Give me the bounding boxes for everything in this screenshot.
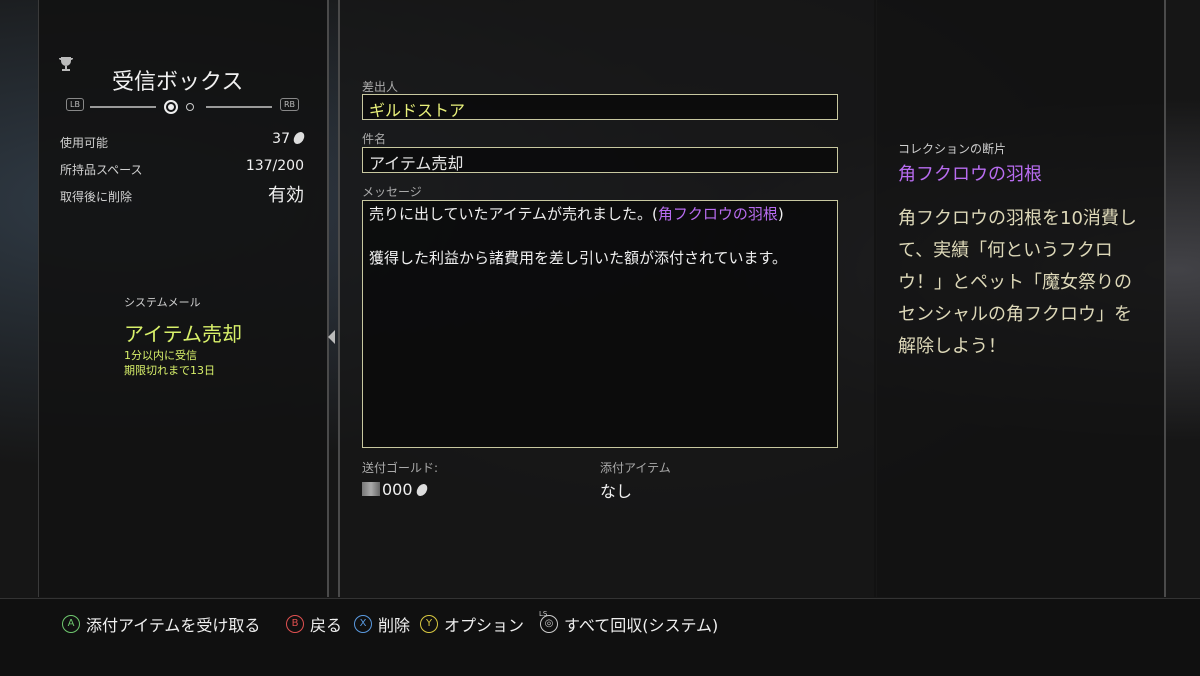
stat-value-delete-after: 有効 xyxy=(268,185,304,206)
mail-received-time: 1分以内に受信 xyxy=(124,349,197,362)
stat-label-inventory-space: 所持品スペース xyxy=(60,163,143,177)
sender-field: ギルドストア xyxy=(362,94,838,120)
a-button-icon: A xyxy=(62,615,80,633)
subject-field: アイテム売却 xyxy=(362,147,838,173)
sender-label: 差出人 xyxy=(362,80,399,94)
message-text-part1: 売りに出していたアイテムが売れました。( xyxy=(369,205,658,223)
stat-label-delete-after: 取得後に削除 xyxy=(60,190,133,204)
coin-icon xyxy=(414,484,429,496)
message-label: メッセージ xyxy=(362,185,422,199)
hint-label: 戻る xyxy=(310,616,343,635)
hint-back[interactable]: B 戻る xyxy=(286,613,342,635)
b-button-icon: B xyxy=(286,615,304,633)
collection-fragment-description: 角フクロウの羽根を10消費して、実績「何というフクロウ！」とペット「魔女祭りのセ… xyxy=(898,208,1137,357)
message-text-line2: 獲得した利益から諸費用を差し引いた額が添付されています。 xyxy=(369,249,788,267)
stat-label-available: 使用可能 xyxy=(60,136,109,150)
hint-label: すべて回収(システム) xyxy=(564,616,719,635)
pager-line-left xyxy=(90,106,156,108)
pager-line-right xyxy=(206,106,272,108)
collapse-arrow-icon[interactable] xyxy=(328,330,335,344)
hint-label: 削除 xyxy=(378,616,411,635)
coin-icon xyxy=(292,132,306,144)
rb-button-icon[interactable]: RB xyxy=(280,98,300,111)
hint-label: オプション xyxy=(444,616,525,635)
hint-label: 添付アイテムを受け取る xyxy=(86,616,261,635)
mail-list-item-subject[interactable]: アイテム売却 xyxy=(124,318,242,347)
button-hint-bar xyxy=(0,598,1200,676)
redacted-digits xyxy=(362,482,380,496)
mail-expiry: 期限切れまで13日 xyxy=(124,364,215,377)
message-text-part2: ) xyxy=(777,205,784,223)
subject-label: 件名 xyxy=(362,132,387,146)
attachment-value: なし xyxy=(600,482,633,501)
collection-fragment-title: 角フクロウの羽根 xyxy=(898,164,1042,185)
left-stick-icon: LS ◎ xyxy=(539,610,558,633)
y-button-icon: Y xyxy=(420,615,438,633)
hint-collect-all[interactable]: LS ◎ すべて回収(システム) xyxy=(539,610,719,635)
collection-fragment-label: コレクションの断片 xyxy=(898,142,1007,156)
x-button-icon: X xyxy=(354,615,372,633)
sender-value: ギルドストア xyxy=(369,101,466,120)
attachment-label: 添付アイテム xyxy=(600,461,671,475)
gold-amount: 000 xyxy=(362,480,429,499)
message-item-link: 角フクロウの羽根 xyxy=(657,205,778,223)
stat-value-inventory-space: 137/200 xyxy=(245,158,304,174)
trophy-icon xyxy=(56,54,76,74)
page-indicator-active xyxy=(164,100,178,114)
hint-options[interactable]: Y オプション xyxy=(420,613,524,635)
page-indicator xyxy=(186,103,194,111)
message-box: 売りに出していたアイテムが売れました。(角フクロウの羽根) 獲得した利益から諸費… xyxy=(362,200,838,448)
mail-category: システムメール xyxy=(124,296,201,309)
hint-claim-attachment[interactable]: A 添付アイテムを受け取る xyxy=(62,613,260,635)
inbox-title: 受信ボックス xyxy=(112,70,244,95)
subject-value: アイテム売却 xyxy=(369,154,464,173)
lb-button-icon[interactable]: LB xyxy=(66,98,84,111)
stat-value-available: 37 xyxy=(272,131,306,147)
gold-label: 送付ゴールド: xyxy=(362,461,439,475)
message-body: 売りに出していたアイテムが売れました。(角フクロウの羽根) 獲得した利益から諸費… xyxy=(369,203,831,269)
hint-delete[interactable]: X 削除 xyxy=(354,613,410,635)
